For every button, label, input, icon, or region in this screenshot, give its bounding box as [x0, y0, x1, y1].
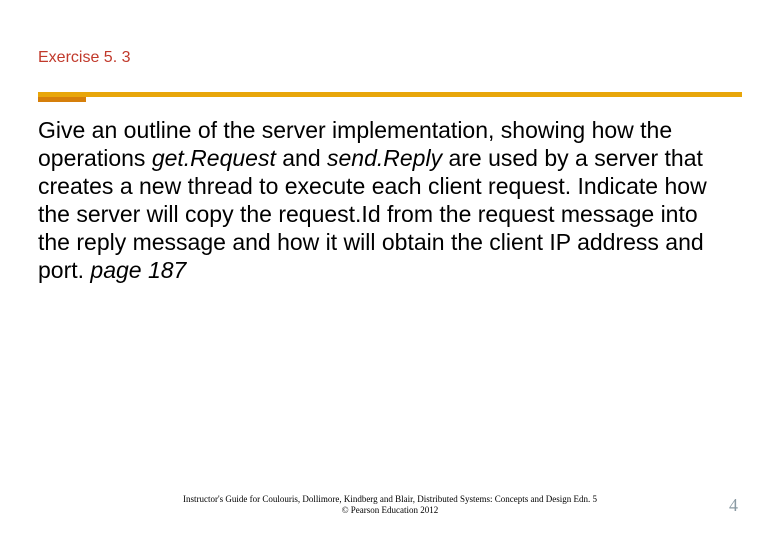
body-em-2: send.Reply [327, 145, 442, 171]
slide-title: Exercise 5. 3 [38, 49, 130, 67]
body-em-1: get.Request [152, 145, 276, 171]
footer: Instructor's Guide for Coulouris, Dollim… [0, 494, 780, 517]
footer-line-2: © Pearson Education 2012 [0, 505, 780, 516]
divider-accent [38, 97, 86, 102]
page-number: 4 [729, 495, 738, 516]
body-pageref: page 187 [90, 257, 186, 283]
divider-gold [38, 92, 742, 97]
footer-line-1: Instructor's Guide for Coulouris, Dollim… [0, 494, 780, 505]
body-text: Give an outline of the server implementa… [38, 116, 728, 284]
body-part-2: and [276, 145, 327, 171]
slide: Exercise 5. 3 Give an outline of the ser… [0, 0, 780, 540]
